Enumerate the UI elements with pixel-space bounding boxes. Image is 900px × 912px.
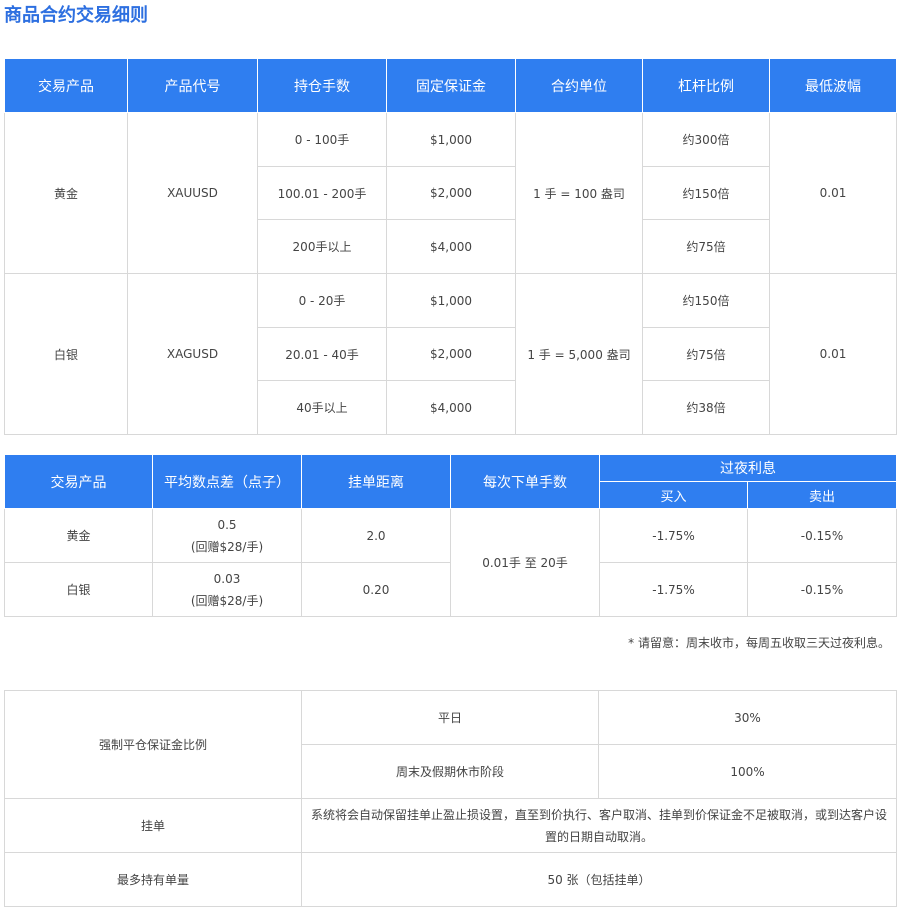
table-row: 强制平仓保证金比例 平日 30% xyxy=(4,690,897,799)
buy-rate: -1.75% xyxy=(599,508,748,563)
sell-rate: -0.15% xyxy=(747,562,897,617)
margin-call-weekend-value: 100% xyxy=(598,744,897,799)
header-fixed-margin: 固定保证金 xyxy=(386,58,516,113)
header-product: 交易产品 xyxy=(4,454,153,509)
spread-cell: 0.03 (回赠$28/手) xyxy=(152,562,302,617)
rebate-text: (回赠$28/手) xyxy=(190,539,264,554)
weekend-note: * 请留意：周末收市，每周五收取三天过夜利息。 xyxy=(628,636,890,650)
lots-per-order: 0.01手 至 20手 xyxy=(450,508,600,617)
page-title: 商品合约交易细则 xyxy=(4,5,148,26)
lots-tier: 20.01 - 40手 xyxy=(257,327,387,381)
margin-value: $4,000 xyxy=(386,380,516,435)
leverage-value: 约300倍 xyxy=(642,112,770,167)
table-row: 黄金 XAUUSD 0 - 100手 $1,000 1 手 = 100 盎司 约… xyxy=(4,112,897,274)
period-weekend: 周末及假期休市阶段 xyxy=(301,744,599,799)
header-code: 产品代号 xyxy=(127,58,258,113)
header-spread: 平均数点差（点子） xyxy=(152,454,302,509)
contract-specs-table: 交易产品 产品代号 持仓手数 固定保证金 合约单位 杠杆比例 最低波幅 黄金 X… xyxy=(4,58,897,435)
header-sell: 卖出 xyxy=(747,481,897,509)
table-row: 黄金 0.5 (回赠$28/手) 2.0 0.01手 至 20手 -1.75% … xyxy=(4,508,897,617)
lots-tier: 0 - 100手 xyxy=(257,112,387,167)
header-min-tick: 最低波幅 xyxy=(769,58,897,113)
margin-value: $2,000 xyxy=(386,327,516,381)
leverage-value: 约150倍 xyxy=(642,166,770,220)
header-order-distance: 挂单距离 xyxy=(301,454,451,509)
header-leverage: 杠杆比例 xyxy=(642,58,770,113)
margin-value: $2,000 xyxy=(386,166,516,220)
header-lots-per-order: 每次下单手数 xyxy=(450,454,600,509)
leverage-value: 约38倍 xyxy=(642,380,770,435)
margin-value: $1,000 xyxy=(386,112,516,167)
spread-value: 0.03 xyxy=(213,571,241,586)
table-row: 白银 XAGUSD 0 - 20手 $1,000 1 手 = 5,000 盎司 … xyxy=(4,273,897,435)
product-code: XAGUSD xyxy=(127,273,258,435)
header-product: 交易产品 xyxy=(4,58,128,113)
pending-order-text: 系统将会自动保留挂单止盈止损设置，直至到价执行、客户取消、挂单到价保证金不足被取… xyxy=(301,798,897,853)
lots-tier: 100.01 - 200手 xyxy=(257,166,387,220)
product-name: 黄金 xyxy=(4,112,128,274)
product-name: 白银 xyxy=(4,273,128,435)
period-weekday: 平日 xyxy=(301,690,599,745)
header-buy: 买入 xyxy=(599,481,748,509)
rebate-text: (回赠$28/手) xyxy=(190,593,264,608)
lots-tier: 0 - 20手 xyxy=(257,273,387,328)
contract-unit: 1 手 = 100 盎司 xyxy=(515,112,643,274)
leverage-value: 约75倍 xyxy=(642,219,770,274)
lots-tier: 200手以上 xyxy=(257,219,387,274)
product-name: 白银 xyxy=(4,562,153,617)
order-distance: 2.0 xyxy=(301,508,451,563)
leverage-value: 约75倍 xyxy=(642,327,770,381)
sell-rate: -0.15% xyxy=(747,508,897,563)
margin-value: $1,000 xyxy=(386,273,516,328)
pending-order-label: 挂单 xyxy=(4,798,302,853)
table-row: 最多持有单量 50 张（包括挂单） xyxy=(4,852,897,907)
product-code: XAUUSD xyxy=(127,112,258,274)
buy-rate: -1.75% xyxy=(599,562,748,617)
header-contract-unit: 合约单位 xyxy=(515,58,643,113)
lots-tier: 40手以上 xyxy=(257,380,387,435)
order-distance: 0.20 xyxy=(301,562,451,617)
max-hold-value: 50 张（包括挂单） xyxy=(301,852,897,907)
spread-interest-table: 交易产品 平均数点差（点子） 挂单距离 每次下单手数 过夜利息 买入 卖出 黄金… xyxy=(4,454,897,617)
max-hold-label: 最多持有单量 xyxy=(4,852,302,907)
contract-unit: 1 手 = 5,000 盎司 xyxy=(515,273,643,435)
margin-call-label: 强制平仓保证金比例 xyxy=(4,690,302,799)
product-name: 黄金 xyxy=(4,508,153,563)
margin-call-weekday-value: 30% xyxy=(598,690,897,745)
header-lots: 持仓手数 xyxy=(257,58,387,113)
margin-value: $4,000 xyxy=(386,219,516,274)
table-row: 挂单 系统将会自动保留挂单止盈止损设置，直至到价执行、客户取消、挂单到价保证金不… xyxy=(4,798,897,853)
spread-cell: 0.5 (回赠$28/手) xyxy=(152,508,302,563)
spread-value: 0.5 xyxy=(217,517,237,532)
min-tick: 0.01 xyxy=(769,112,897,274)
trading-rules-table: 强制平仓保证金比例 平日 30% 周末及假期休市阶段 100% 挂单 系统将会自… xyxy=(4,690,897,907)
header-overnight-interest: 过夜利息 xyxy=(599,454,897,482)
leverage-value: 约150倍 xyxy=(642,273,770,328)
min-tick: 0.01 xyxy=(769,273,897,435)
